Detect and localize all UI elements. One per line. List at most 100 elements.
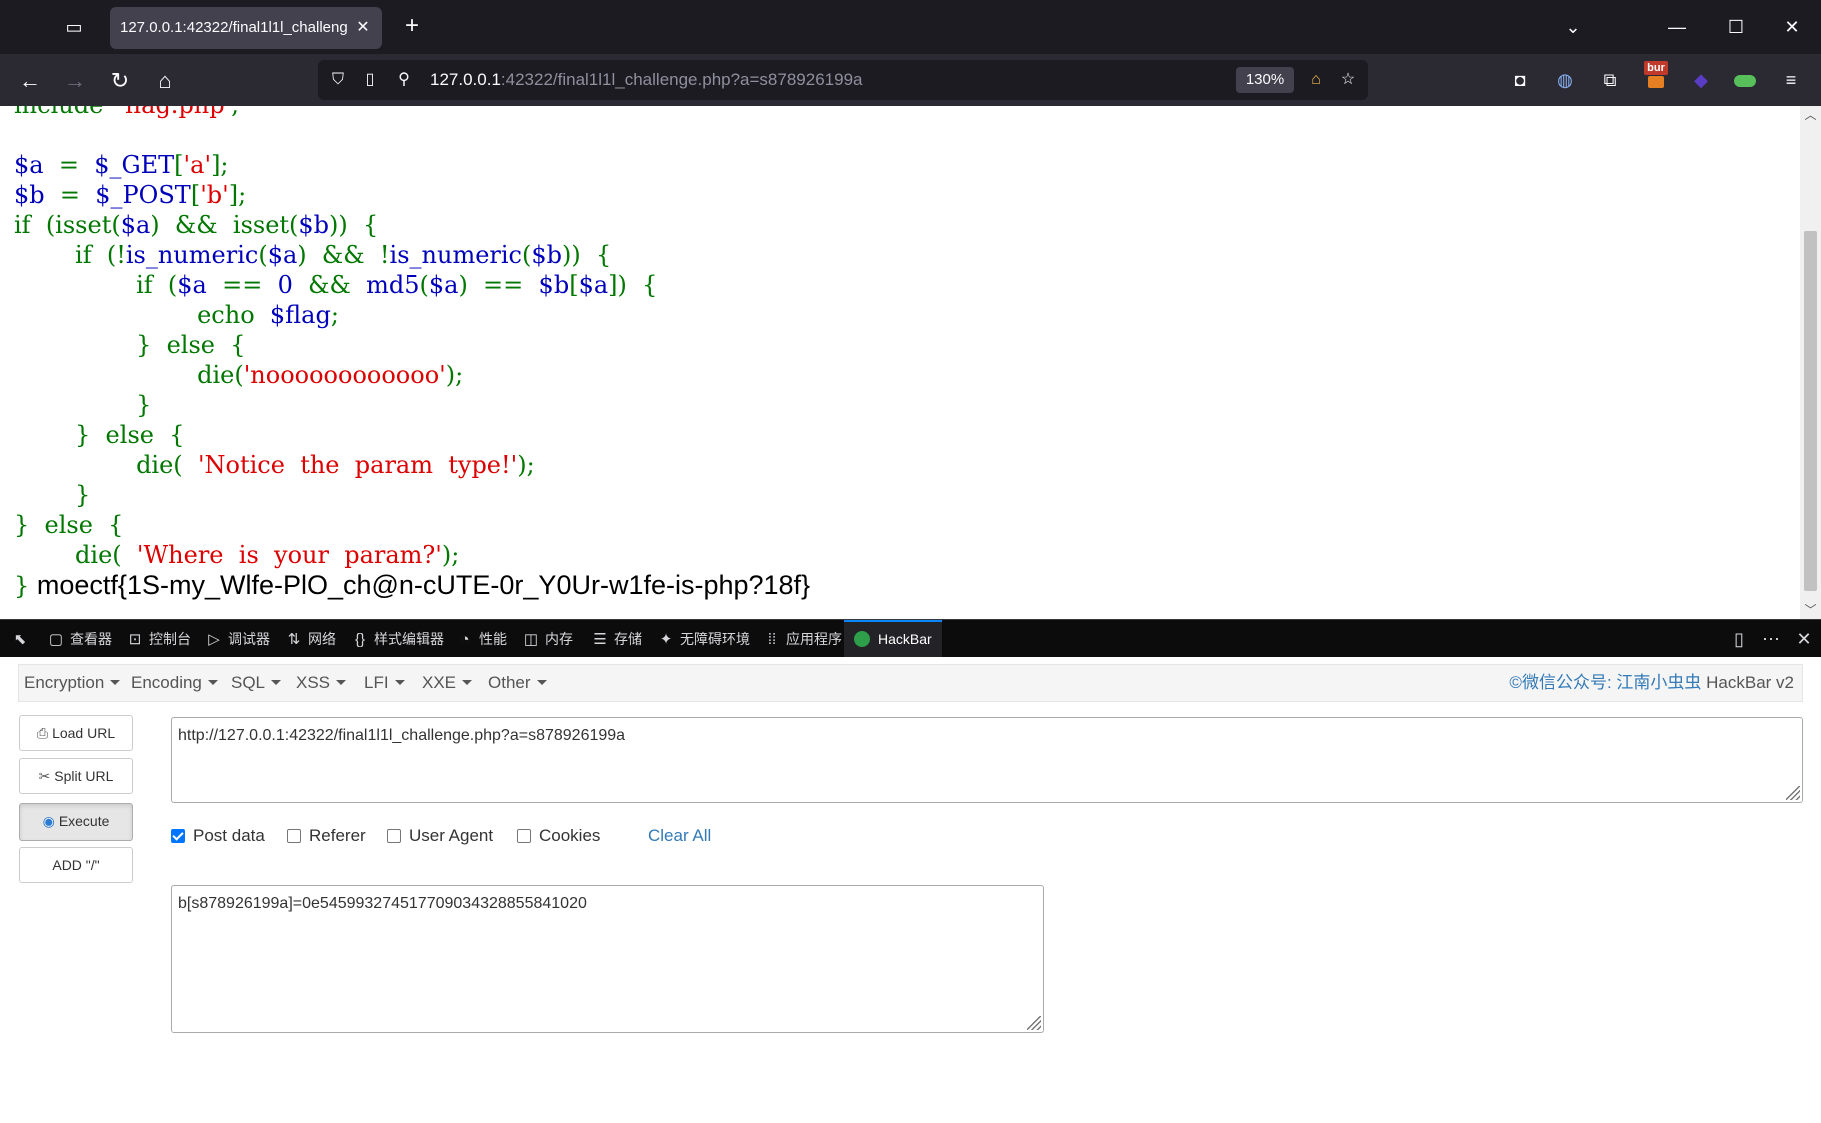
back-icon[interactable]: ← <box>15 66 45 96</box>
load-url-icon: ⎙ <box>36 725 49 741</box>
resize-grip-icon[interactable] <box>1786 786 1800 800</box>
code-line: if (!is_numeric($a) && !is_numeric($b)) … <box>14 240 657 270</box>
code-token: 'Where is your param?' <box>136 541 442 569</box>
post-data-checkbox-box[interactable] <box>171 829 185 843</box>
page-content: include 'flag.php';$a = $_GET['a'];$b = … <box>0 106 1800 619</box>
code-token: die( <box>14 361 244 389</box>
new-tab-button[interactable]: + <box>398 12 426 40</box>
menu-encryption[interactable]: Encryption <box>24 665 121 701</box>
menu-xss[interactable]: XSS <box>296 665 347 701</box>
menu-sql[interactable]: SQL <box>231 665 282 701</box>
post-data-checkbox[interactable]: Post data <box>171 825 265 847</box>
url-bar[interactable]: ⛉ ▯ ⚲ 127.0.0.1:42322/final1l1l_challeng… <box>318 60 1368 100</box>
devtools-tab-inspector[interactable]: ▢ 查看器 <box>46 620 112 658</box>
maximize-icon[interactable]: ☐ <box>1716 10 1756 44</box>
code-token: = <box>44 181 96 209</box>
code-line: die('noooooooooooo'); <box>14 360 657 390</box>
user-agent-checkbox-box[interactable] <box>387 829 401 843</box>
devtools-tab-debugger[interactable]: ▷ 调试器 <box>204 620 270 658</box>
globe-extension-icon[interactable]: ◍ <box>1551 66 1579 94</box>
burp-extension-icon[interactable]: bur <box>1642 61 1670 94</box>
code-token: ); <box>441 541 460 569</box>
page-info-icon[interactable]: ▯ <box>358 68 382 92</box>
toggle-extension-icon[interactable] <box>1731 66 1759 94</box>
referer-checkbox[interactable]: Referer <box>287 825 366 847</box>
devtools-tab-hackbar[interactable]: HackBar <box>844 620 942 658</box>
hackbar-menu-bar: ©微信公众号: 江南小虫虫 HackBar v2 Encryption Encod… <box>18 664 1803 702</box>
tab-overflow-chevron-icon[interactable]: ⌄ <box>1553 10 1593 44</box>
devtools-tab-accessibility[interactable]: ✦ 无障碍环境 <box>656 620 750 658</box>
code-token: if (isset( <box>14 211 121 239</box>
credit-prefix: ©微信公众号: <box>1509 673 1617 692</box>
forward-icon[interactable]: → <box>60 66 90 96</box>
resize-grip-icon[interactable] <box>1027 1016 1041 1030</box>
caret-down-icon <box>110 680 121 685</box>
permissions-icon[interactable]: ⚲ <box>392 68 416 92</box>
devtools-tab-network[interactable]: ⇅ 网络 <box>284 620 336 658</box>
home-icon[interactable]: ⌂ <box>150 66 180 96</box>
burp-badge: bur <box>1644 61 1668 75</box>
credit-link[interactable]: 江南小虫虫 <box>1616 673 1701 692</box>
code-token: [ <box>174 151 184 179</box>
minimize-icon[interactable]: — <box>1657 10 1697 44</box>
execute-button[interactable]: ◉ Execute <box>19 803 133 841</box>
code-token: 'flag.php' <box>119 106 232 119</box>
menu-lfi[interactable]: LFI <box>364 665 405 701</box>
hackbar-credit: ©微信公众号: 江南小虫虫 HackBar v2 <box>1509 665 1794 701</box>
load-url-button[interactable]: ⎙ Load URL <box>19 715 133 751</box>
diamond-extension-icon[interactable]: ◆ <box>1687 66 1715 94</box>
devtools-tab-console[interactable]: ⊡ 控制台 <box>125 620 191 658</box>
page-vertical-scrollbar[interactable]: ︿ ﹀ <box>1800 106 1821 619</box>
split-url-button[interactable]: ✂ Split URL <box>19 758 133 794</box>
menu-other[interactable]: Other <box>488 665 547 701</box>
bookmark-star-icon[interactable]: ☆ <box>1336 68 1360 92</box>
devtools-tab-style-editor[interactable]: {} 样式编辑器 <box>350 620 444 658</box>
scrollbar-thumb[interactable] <box>1804 231 1817 591</box>
hamburger-menu-icon[interactable]: ≡ <box>1777 66 1805 94</box>
reload-icon[interactable]: ↻ <box>105 66 135 96</box>
url-textarea[interactable]: http://127.0.0.1:42322/final1l1l_challen… <box>171 717 1803 803</box>
cookies-checkbox-box[interactable] <box>517 829 531 843</box>
pocket-icon[interactable]: ◘ <box>1506 66 1534 94</box>
scroll-down-arrow-icon[interactable]: ﹀ <box>1800 601 1821 619</box>
tab-close-icon[interactable]: ✕ <box>352 17 374 39</box>
dock-side-icon[interactable]: ▯ <box>1725 620 1753 658</box>
cookies-checkbox[interactable]: Cookies <box>517 825 600 847</box>
menu-encoding[interactable]: Encoding <box>131 665 218 701</box>
caret-down-icon <box>536 680 547 685</box>
post-data-textarea[interactable]: b[s878926199a]=0e54599327451770903432885… <box>171 885 1044 1033</box>
code-line: if (isset($a) && isset($b)) { <box>14 210 657 240</box>
tracking-protection-shield-icon[interactable]: ⛉ <box>326 68 350 92</box>
menu-xxe[interactable]: XXE <box>422 665 473 701</box>
credit-suffix: HackBar v2 <box>1701 673 1794 692</box>
code-token: ]; <box>211 151 229 179</box>
clear-all-link[interactable]: Clear All <box>648 825 711 847</box>
extensions-puzzle-icon[interactable]: ⧉ <box>1596 66 1624 94</box>
add-slash-button[interactable]: ADD "/" <box>19 847 133 883</box>
code-token: ]; <box>228 181 247 209</box>
devtools-tab-storage[interactable]: ☰ 存储 <box>590 620 642 658</box>
devtools-more-icon[interactable]: ⋯ <box>1757 620 1785 658</box>
code-token: 'b' <box>200 181 229 209</box>
home-extension-icon[interactable]: ⌂ <box>1304 68 1328 92</box>
element-picker-icon[interactable]: ⬉ <box>10 620 34 658</box>
tab-active[interactable]: 127.0.0.1:42322/final1l1l_challenge.php?… <box>110 7 382 49</box>
performance-icon: ◔ <box>460 631 470 648</box>
code-token: echo <box>14 301 270 329</box>
referer-checkbox-box[interactable] <box>287 829 301 843</box>
devtools-tab-application[interactable]: ⁞⁞ 应用程序 <box>762 620 842 658</box>
flag-output-line: } moectf{1S-my_Wlfe-PlO_ch@n-cUTE-0r_Y0U… <box>14 570 810 601</box>
close-window-icon[interactable]: ✕ <box>1772 10 1812 44</box>
devtools-tab-memory[interactable]: ◫ 内存 <box>521 620 573 658</box>
user-agent-checkbox[interactable]: User Agent <box>387 825 493 847</box>
devtools-close-icon[interactable]: ✕ <box>1790 620 1818 658</box>
devtools-tab-label: 内存 <box>545 631 573 647</box>
tab-list-icon[interactable]: ▭ <box>60 14 88 40</box>
zoom-level-badge[interactable]: 130% <box>1236 67 1294 93</box>
url-text[interactable]: 127.0.0.1:42322/final1l1l_challenge.php?… <box>430 60 862 100</box>
scroll-up-arrow-icon[interactable]: ︿ <box>1800 106 1821 124</box>
code-token: ( <box>419 271 429 299</box>
devtools-tab-performance[interactable]: ◔ 性能 <box>455 620 507 658</box>
tab-title: 127.0.0.1:42322/final1l1l_challenge.php?… <box>120 19 348 36</box>
